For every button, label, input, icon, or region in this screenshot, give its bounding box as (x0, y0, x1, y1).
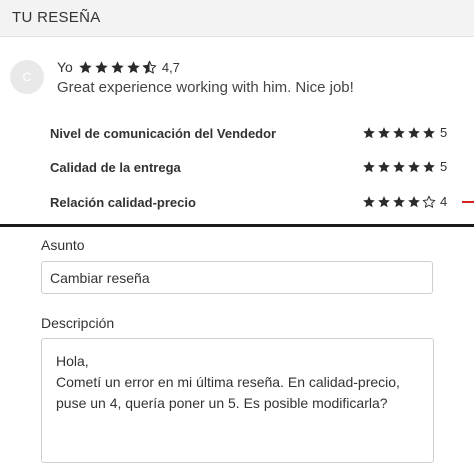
criteria-rating: 4 (362, 194, 447, 209)
overall-rating-value: 4,7 (161, 59, 180, 75)
highlight-marker (462, 201, 474, 203)
criteria-stars (362, 160, 437, 174)
description-label: Descripción (41, 315, 115, 331)
subject-input[interactable]: Cambiar reseña (41, 261, 433, 294)
star-icon (393, 160, 405, 172)
star-icon (408, 126, 420, 138)
criteria-label: Calidad de la entrega (50, 160, 181, 175)
criteria-row-communication: Nivel de comunicación del Vendedor 5 (50, 125, 454, 143)
empty-star-icon (422, 195, 436, 208)
star-icon (423, 126, 435, 138)
star-icon (408, 195, 420, 207)
criteria-label: Relación calidad-precio (50, 195, 196, 210)
reviewer-row: Yo 4,7 (57, 58, 180, 76)
star-icon (378, 126, 390, 138)
review-header: TU RESEÑA (0, 0, 474, 37)
avatar: C (10, 60, 44, 94)
overall-rating-stars (78, 60, 158, 75)
review-comment: Great experience working with him. Nice … (57, 79, 354, 96)
description-line: Hola, (56, 353, 89, 369)
description-line: puse un 4, quería poner un 5. Es posible… (56, 395, 388, 411)
star-icon (363, 195, 375, 207)
star-icon (79, 60, 92, 73)
star-icon (111, 60, 124, 73)
half-star-icon (142, 60, 157, 74)
star-icon (127, 60, 140, 73)
criteria-stars (362, 195, 437, 209)
criteria-row-value-for-money: Relación calidad-precio 4 (50, 194, 454, 212)
review-header-title: TU RESEÑA (12, 9, 101, 26)
description-line: Cometí un error en mi última reseña. En … (56, 374, 400, 390)
criteria-row-delivery: Calidad de la entrega 5 (50, 159, 454, 177)
criteria-rating: 5 (362, 125, 447, 140)
reviewer-name: Yo (57, 59, 73, 75)
star-icon (378, 160, 390, 172)
criteria-value: 4 (440, 194, 448, 209)
criteria-value: 5 (440, 159, 448, 174)
review-panel: TU RESEÑA C Yo 4,7 Great experience work… (0, 0, 474, 225)
criteria-value: 5 (440, 125, 448, 140)
star-icon (95, 60, 108, 73)
star-icon (363, 160, 375, 172)
star-icon (393, 195, 405, 207)
subject-label: Asunto (41, 237, 85, 253)
section-divider (0, 224, 474, 227)
star-icon (378, 195, 390, 207)
criteria-stars (362, 126, 437, 140)
star-icon (363, 126, 375, 138)
description-textarea[interactable]: Hola, Cometí un error en mi última reseñ… (41, 338, 434, 463)
star-icon (408, 160, 420, 172)
criteria-rating: 5 (362, 159, 447, 174)
star-icon (423, 160, 435, 172)
criteria-label: Nivel de comunicación del Vendedor (50, 126, 277, 141)
star-icon (393, 126, 405, 138)
